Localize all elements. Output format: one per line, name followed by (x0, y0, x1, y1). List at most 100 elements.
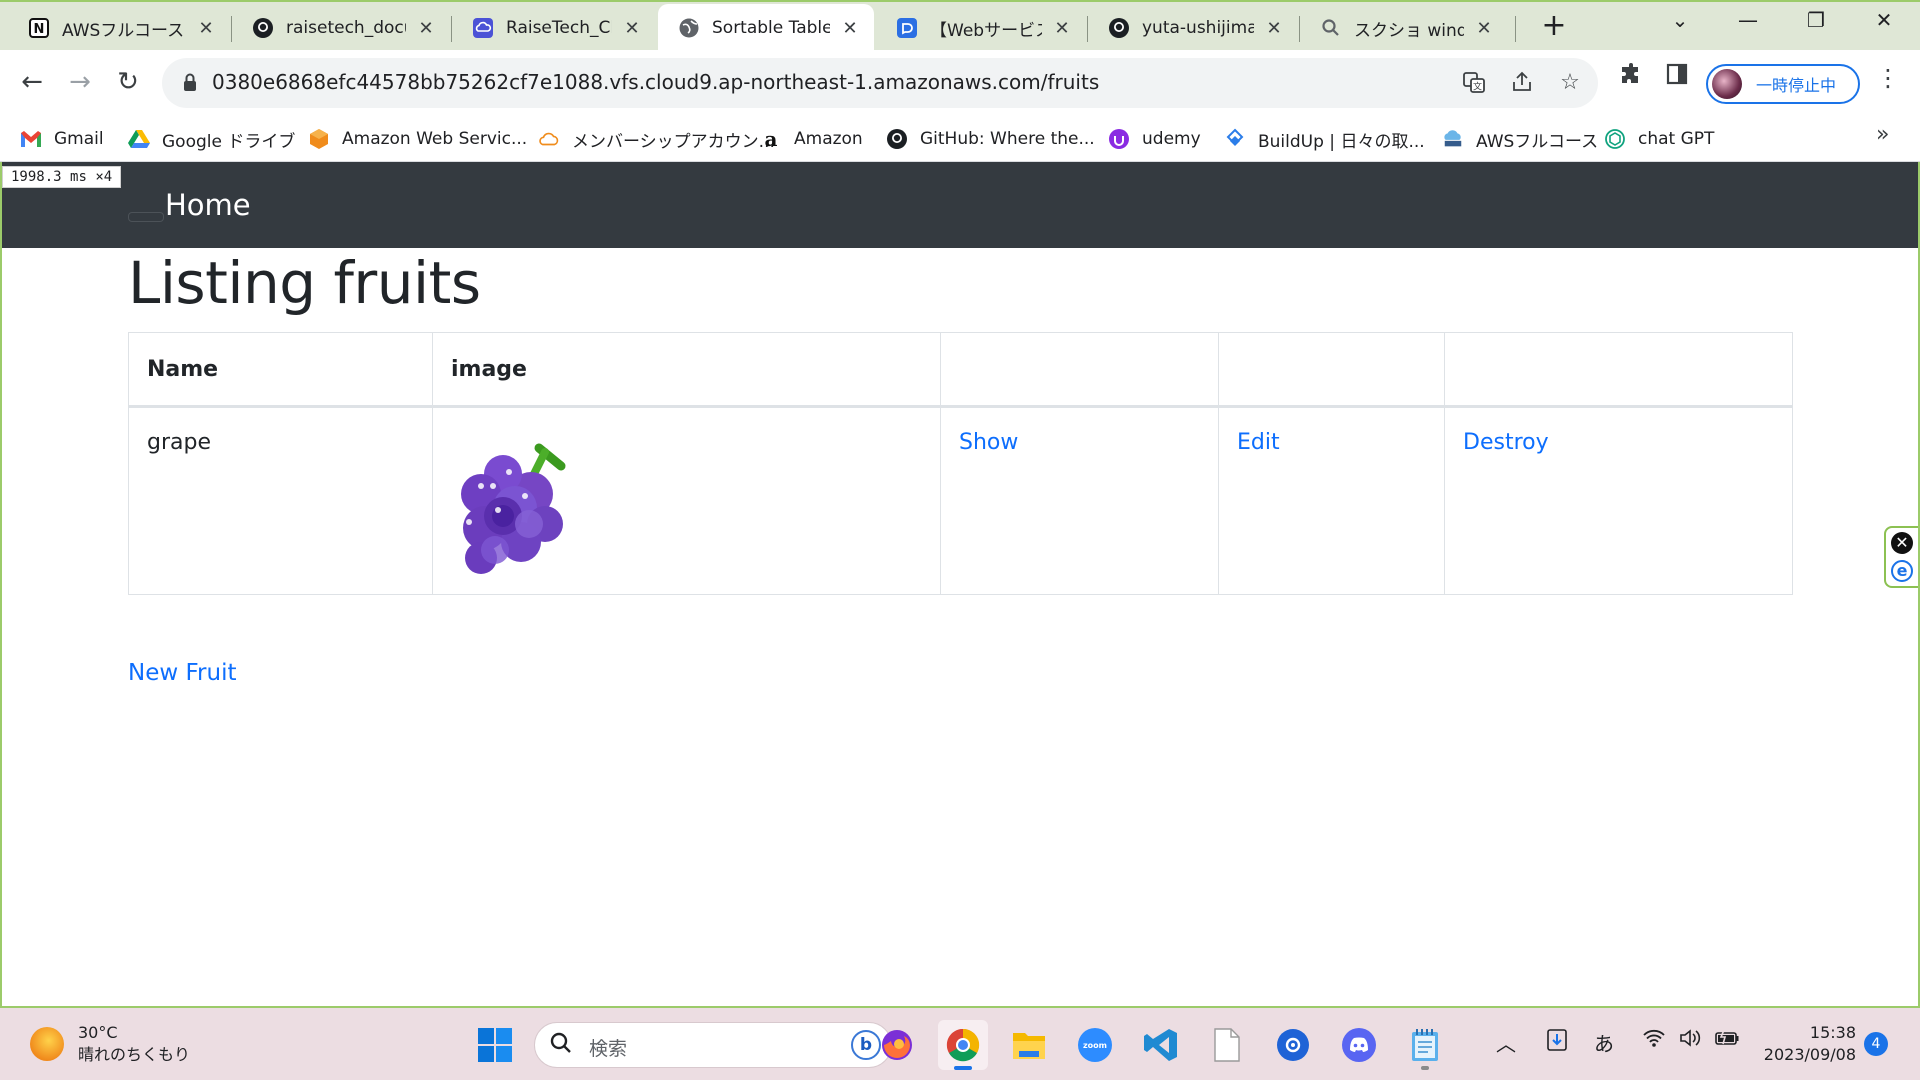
bookmark-chatgpt[interactable]: chat GPT (1604, 124, 1714, 154)
volume-icon[interactable] (1678, 1028, 1702, 1053)
close-icon[interactable]: ✕ (1472, 18, 1496, 39)
bookmark-label: Amazon (794, 129, 863, 149)
forward-icon[interactable]: → (62, 64, 98, 100)
chrome-icon (946, 1028, 980, 1062)
bookmark-github[interactable]: GitHub: Where the... (886, 124, 1095, 154)
notepad-icon (1412, 1029, 1438, 1061)
chrome-app[interactable] (938, 1020, 988, 1070)
wifi-icon[interactable] (1642, 1028, 1666, 1053)
table-row: grape Show Edit Destroy (128, 406, 1793, 595)
tab-separator (1515, 16, 1516, 42)
home-link[interactable]: Home (165, 188, 251, 222)
ime-mode[interactable]: あ (1594, 1028, 1614, 1057)
system-clock[interactable]: 15:38 2023/09/08 (1762, 1022, 1856, 1066)
tab-search-icon[interactable]: ⌄ (1660, 8, 1700, 32)
profile-button[interactable]: 一時停止中 (1706, 64, 1860, 104)
share-icon[interactable] (1508, 70, 1536, 100)
svg-text:zoom: zoom (1083, 1041, 1107, 1050)
tab-web-service[interactable]: 【Webサービス開 ✕ (876, 4, 1086, 52)
taskbar-search[interactable]: 検索 b (534, 1022, 892, 1068)
extensions-icon[interactable] (1616, 62, 1646, 92)
firefox-app[interactable] (872, 1020, 922, 1070)
weather-desc: 晴れのちくもり (78, 1045, 191, 1064)
destroy-link[interactable]: Destroy (1463, 430, 1549, 455)
close-icon[interactable]: ✕ (620, 18, 644, 39)
tab-title: RaiseTech_Clou (506, 18, 612, 38)
minimize-icon[interactable]: — (1728, 8, 1768, 32)
bookmark-aws-course[interactable]: AWSフルコース (1442, 124, 1598, 154)
notification-badge[interactable]: 4 (1864, 1032, 1888, 1056)
udemy-icon (1108, 128, 1130, 150)
navbar-toggler[interactable] (128, 212, 164, 222)
lock-icon[interactable] (182, 73, 198, 97)
close-icon[interactable]: ✕ (1262, 18, 1286, 39)
app-settings-app[interactable] (1268, 1020, 1318, 1070)
bookmark-aws[interactable]: Amazon Web Servic... (308, 124, 527, 154)
tab-title: Sortable Table (712, 18, 830, 38)
close-icon[interactable]: ✕ (414, 18, 438, 39)
fruit-image-cell (432, 406, 941, 595)
tab-raisetech-docu[interactable]: raisetech_docu ✕ (232, 4, 450, 52)
notepad-app[interactable] (1400, 1020, 1450, 1070)
tab-raisetech-cloud[interactable]: RaiseTech_Clou ✕ (452, 4, 656, 52)
bookmark-membership[interactable]: メンバーシップアカウン... (538, 124, 775, 154)
close-circle-icon[interactable]: ✕ (1891, 532, 1913, 554)
back-icon[interactable]: ← (14, 64, 50, 100)
page-viewport: Home Listing fruits Name image grape Sho… (2, 162, 1918, 1008)
bookmark-label: udemy (1142, 129, 1201, 149)
bookmark-amazon[interactable]: a Amazon (760, 124, 863, 154)
perf-multiplier: ×4 (95, 169, 113, 185)
bookmark-google-drive[interactable]: Google ドライブ (128, 124, 295, 154)
grape-image (461, 443, 566, 574)
edit-cell: Edit (1218, 406, 1445, 595)
bookmark-udemy[interactable]: udemy (1108, 124, 1201, 154)
new-fruit-link[interactable]: New Fruit (128, 660, 236, 686)
start-button[interactable] (470, 1020, 520, 1070)
folder-icon (1013, 1033, 1045, 1059)
zoom-app[interactable]: zoom (1070, 1020, 1120, 1070)
notion-icon: N (28, 17, 50, 39)
new-tab-button[interactable]: + (1534, 8, 1574, 43)
bookmarks-more-icon[interactable]: » (1876, 122, 1889, 147)
menu-icon[interactable]: ⋮ (1876, 64, 1900, 92)
bookmark-gmail[interactable]: Gmail (20, 124, 104, 154)
bookmark-star-icon[interactable]: ☆ (1556, 70, 1584, 95)
weather-widget[interactable]: 30°C 晴れのちくもり (30, 1022, 190, 1066)
clock-date: 2023/09/08 (1763, 1045, 1856, 1064)
file-explorer-app[interactable] (1004, 1020, 1054, 1070)
tab-awsfullcourse[interactable]: N AWSフルコース 第 ✕ (8, 4, 230, 52)
restore-icon[interactable]: ❐ (1796, 8, 1836, 32)
tray-expand-icon[interactable]: ︿ (1496, 1028, 1516, 1057)
address-bar[interactable]: 0380e6868efc44578bb75262cf7e1088.vfs.clo… (162, 58, 1598, 108)
reload-icon[interactable]: ↻ (110, 64, 146, 100)
side-panel-icon[interactable] (1662, 62, 1692, 92)
translate-icon[interactable]: 文 (1460, 70, 1488, 100)
discord-icon (1342, 1028, 1376, 1062)
github-icon (886, 128, 908, 150)
battery-icon[interactable] (1714, 1028, 1740, 1053)
tab-screenshot-windows[interactable]: スクショ window ✕ (1300, 4, 1508, 52)
close-window-icon[interactable]: ✕ (1864, 8, 1904, 32)
bookmark-label: GitHub: Where the... (920, 129, 1095, 149)
google-drive-icon (128, 128, 150, 150)
show-link[interactable]: Show (959, 430, 1018, 455)
tab-sortable-table[interactable]: Sortable Table ✕ (658, 4, 874, 52)
url-text[interactable]: 0380e6868efc44578bb75262cf7e1088.vfs.clo… (212, 70, 1099, 94)
extension-e-icon[interactable]: e (1891, 560, 1913, 582)
svg-text:N: N (34, 22, 45, 37)
blank-file-app[interactable] (1202, 1020, 1252, 1070)
discord-app[interactable] (1334, 1020, 1384, 1070)
tab-yuta-ushijima[interactable]: yuta-ushijima/ ✕ (1088, 4, 1298, 52)
close-icon[interactable]: ✕ (838, 18, 862, 39)
close-icon[interactable]: ✕ (1050, 18, 1074, 39)
bookmark-buildup[interactable]: BuildUp | 日々の取... (1224, 124, 1425, 154)
download-icon[interactable] (1546, 1028, 1568, 1057)
weather-sun-icon (30, 1027, 64, 1061)
profile-status: 一時停止中 (1756, 76, 1837, 95)
perf-unit: ms (70, 169, 87, 185)
close-icon[interactable]: ✕ (194, 18, 218, 39)
bookmark-label: BuildUp | 日々の取... (1258, 131, 1425, 152)
vscode-app[interactable] (1136, 1020, 1186, 1070)
edit-link[interactable]: Edit (1237, 430, 1280, 455)
destroy-cell: Destroy (1444, 406, 1793, 595)
